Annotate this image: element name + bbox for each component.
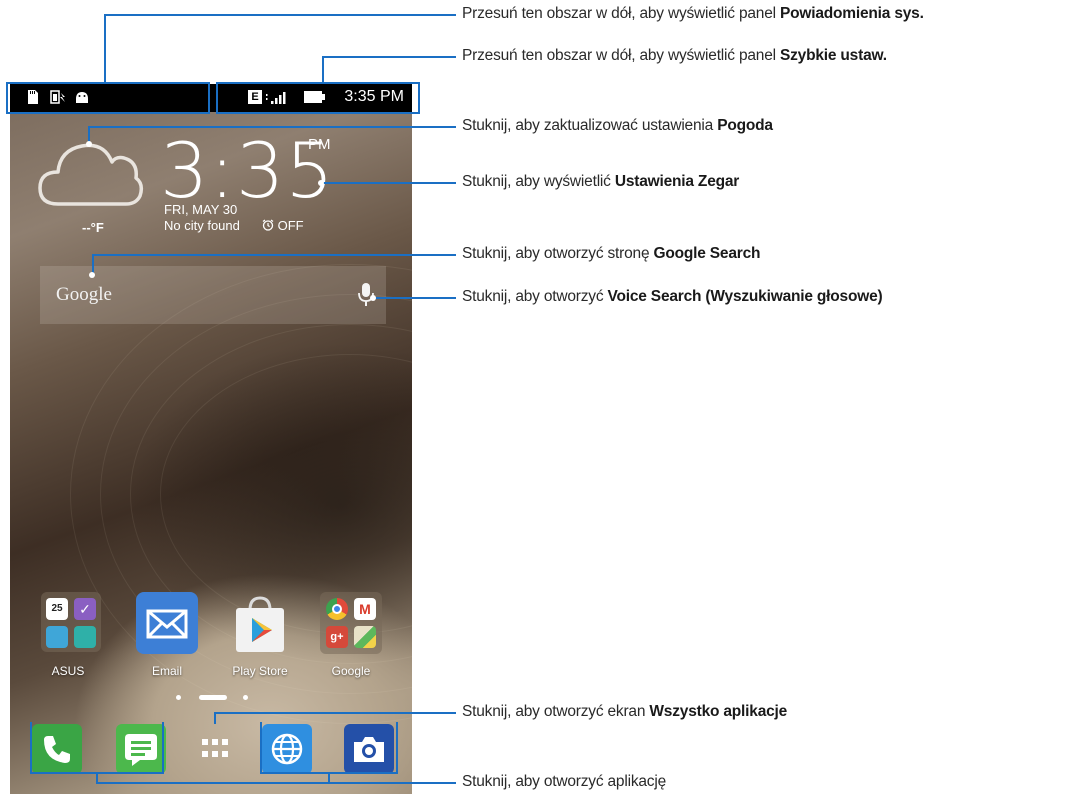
shopping-bag-icon xyxy=(236,596,284,652)
leader-line xyxy=(374,297,456,299)
annotation-bold: Voice Search (Wyszukiwanie głosowe) xyxy=(607,288,883,305)
quick-settings-area-highlight xyxy=(216,82,420,114)
annotation-notifications: Przesuń ten obszar w dół, aby wyświetlić… xyxy=(462,5,924,23)
annotation-quick-settings: Przesuń ten obszar w dół, aby wyświetlić… xyxy=(462,47,887,65)
leader-line xyxy=(214,712,456,714)
app-label: Email xyxy=(151,664,182,678)
app-asus-folder[interactable]: 25 ✓ ASUS xyxy=(38,592,101,682)
annotation-text: Stuknij, aby otworzyć stronę xyxy=(462,245,654,262)
maps-icon xyxy=(354,626,376,648)
clock-date[interactable]: FRI, MAY 30 xyxy=(164,202,237,217)
annotation-google-search: Stuknij, aby otworzyć stronę Google Sear… xyxy=(462,245,760,263)
dock-apps-highlight-right xyxy=(260,722,398,774)
annotation-text: Przesuń ten obszar w dół, aby wyświetlić… xyxy=(462,47,780,64)
email-icon xyxy=(136,592,198,654)
annotation-text: Stuknij, aby otworzyć ekran xyxy=(462,703,650,720)
annotation-text: Przesuń ten obszar w dół, aby wyświetlić… xyxy=(462,5,780,22)
leader-line xyxy=(90,126,456,128)
app-label: ASUS xyxy=(51,664,85,678)
leader-line xyxy=(96,774,98,784)
tasks-icon: ✓ xyxy=(74,598,96,620)
calendar-icon: 25 xyxy=(46,598,68,620)
annotation-text: Stuknij, aby wyświetlić xyxy=(462,173,615,190)
page-dot-current xyxy=(199,695,227,700)
annotation-bold: Powiadomienia sys. xyxy=(779,5,924,22)
annotation-text: Stuknij, aby otworzyć aplikację xyxy=(462,773,667,790)
leader-dot xyxy=(89,272,95,278)
annotation-all-apps: Stuknij, aby otworzyć ekran Wszystko apl… xyxy=(462,703,787,721)
app-email[interactable]: Email xyxy=(134,592,200,682)
leader-line xyxy=(322,56,324,82)
app-google-folder[interactable]: M g+ Google xyxy=(318,592,384,682)
annotation-bold: Google Search xyxy=(653,245,761,262)
weather-app-icon xyxy=(46,626,68,648)
all-apps-icon xyxy=(202,739,228,757)
annotation-bold: Wszystko aplikacje xyxy=(649,703,788,720)
leader-dot xyxy=(86,141,92,147)
clock-ampm[interactable]: PM xyxy=(308,136,331,153)
leader-line xyxy=(214,712,216,724)
contacts-icon xyxy=(74,626,96,648)
dock-apps-highlight-left xyxy=(30,722,164,774)
annotation-text: Stuknij, aby zaktualizować ustawienia xyxy=(462,117,718,134)
clock-city[interactable]: No city found xyxy=(164,218,240,233)
phone-screen: E 3:35 PM --°F 3:35 PM FRI, MAY 30 No ci… xyxy=(10,84,412,794)
page-dot xyxy=(176,695,181,700)
app-label: Google xyxy=(331,664,371,678)
clock-alarm[interactable]: OFF xyxy=(262,218,304,233)
annotation-text: Stuknij, aby otworzyć xyxy=(462,288,608,305)
envelope-icon xyxy=(146,609,188,639)
annotation-clock: Stuknij, aby wyświetlić Ustawienia Zegar xyxy=(462,173,739,191)
annotation-weather: Stuknij, aby zaktualizować ustawienia Po… xyxy=(462,117,773,135)
app-label: Play Store xyxy=(232,664,288,678)
chrome-icon xyxy=(326,598,348,620)
alarm-status: OFF xyxy=(277,218,304,233)
annotation-bold: Ustawienia Zegar xyxy=(614,173,740,190)
leader-line xyxy=(92,254,456,256)
page-indicator[interactable] xyxy=(10,692,412,702)
annotation-bold: Szybkie ustaw. xyxy=(779,47,887,64)
google-plus-icon: g+ xyxy=(326,626,348,648)
alarm-icon xyxy=(262,219,274,231)
leader-line xyxy=(96,782,456,784)
annotation-open-app: Stuknij, aby otworzyć aplikację xyxy=(462,773,666,791)
gmail-icon: M xyxy=(354,598,376,620)
play-store-icon xyxy=(232,596,288,654)
page-dot xyxy=(243,695,248,700)
notification-area-highlight xyxy=(6,82,210,114)
leader-line xyxy=(322,56,456,58)
app-play-store[interactable]: Play Store xyxy=(224,592,296,682)
all-apps-button[interactable] xyxy=(190,724,240,774)
leader-dot xyxy=(318,180,324,186)
leader-dot xyxy=(370,295,376,301)
leader-line xyxy=(104,14,456,16)
google-logo[interactable]: Google xyxy=(56,284,112,306)
leader-line xyxy=(322,182,456,184)
annotation-bold: Pogoda xyxy=(717,117,773,134)
leader-line xyxy=(104,14,106,82)
annotation-voice-search: Stuknij, aby otworzyć Voice Search (Wysz… xyxy=(462,288,883,306)
weather-temperature[interactable]: --°F xyxy=(82,220,104,235)
leader-line xyxy=(328,774,330,784)
